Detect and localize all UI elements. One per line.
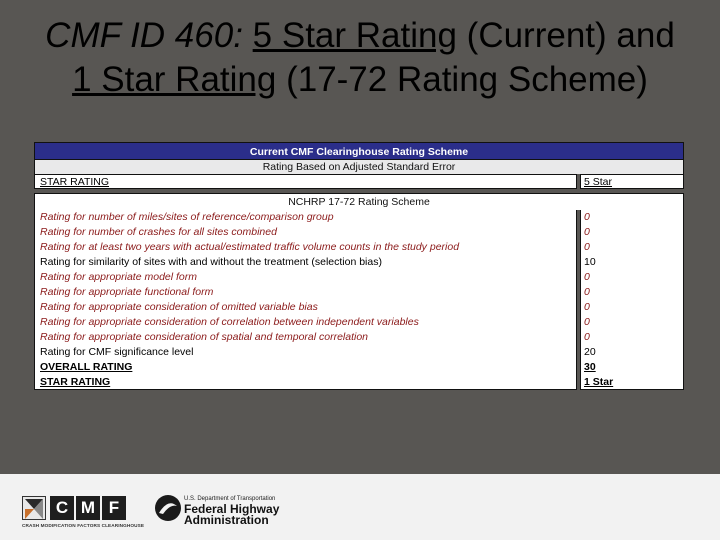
cmf-letter-c: C bbox=[50, 496, 74, 520]
nchrp-star-row-value: 1 Star bbox=[580, 375, 684, 390]
title-line-1: CMF ID 460: 5 Star Rating (Current) and bbox=[0, 14, 720, 58]
cmf-logo: C M F CRASH MODIFICATION FACTORS CLEARIN… bbox=[22, 496, 145, 532]
cmf-mark-icon bbox=[22, 496, 46, 520]
title-line-2: 1 Star Rating (17-72 Rating Scheme) bbox=[0, 58, 720, 102]
nchrp-row-value: 0 bbox=[580, 300, 684, 315]
nchrp-row-value: 0 bbox=[580, 315, 684, 330]
nchrp-star-row: STAR RATING 1 Star bbox=[34, 375, 684, 390]
current-star-label: STAR RATING bbox=[34, 174, 577, 189]
title-current-rating: 5 Star Rating bbox=[252, 16, 457, 55]
nchrp-row-value: 10 bbox=[580, 255, 684, 270]
overall-rating-row: OVERALL RATING 30 bbox=[34, 360, 684, 375]
nchrp-row-label: Rating for number of crashes for all sit… bbox=[34, 225, 577, 240]
nchrp-row-label: Rating for appropriate consideration of … bbox=[34, 315, 577, 330]
overall-rating-row-label: OVERALL RATING bbox=[34, 360, 577, 375]
title-id: CMF ID 460: bbox=[45, 16, 253, 55]
nchrp-row-label: Rating for appropriate consideration of … bbox=[34, 300, 577, 315]
nchrp-row-value: 20 bbox=[580, 345, 684, 360]
slide-title: CMF ID 460: 5 Star Rating (Current) and … bbox=[0, 14, 720, 102]
nchrp-row-value: 0 bbox=[580, 270, 684, 285]
nchrp-rows: Rating for number of miles/sites of refe… bbox=[34, 210, 684, 390]
cmf-letter-f: F bbox=[102, 496, 126, 520]
nchrp-row: Rating for similarity of sites with and … bbox=[34, 255, 684, 270]
dot-shield-icon bbox=[154, 494, 182, 522]
nchrp-row: Rating for appropriate model form 0 bbox=[34, 270, 684, 285]
fhwa-name: Federal Highway Administration bbox=[184, 503, 279, 527]
current-star-row: STAR RATING 5 Star bbox=[34, 174, 684, 189]
current-star-value: 5 Star bbox=[580, 174, 684, 189]
cmf-caption: CRASH MODIFICATION FACTORS CLEARINGHOUSE bbox=[22, 523, 145, 528]
nchrp-scheme-header: NCHRP 17-72 Rating Scheme bbox=[34, 193, 684, 210]
nchrp-row: Rating for number of crashes for all sit… bbox=[34, 225, 684, 240]
current-scheme-header: Current CMF Clearinghouse Rating Scheme bbox=[34, 142, 684, 160]
overall-rating-row-value: 30 bbox=[580, 360, 684, 375]
fhwa-name-line-2: Administration bbox=[184, 513, 269, 527]
nchrp-row-label: Rating for appropriate consideration of … bbox=[34, 330, 577, 345]
title-new-suffix: (17-72 Rating Scheme) bbox=[276, 60, 648, 99]
footer: C M F CRASH MODIFICATION FACTORS CLEARIN… bbox=[0, 474, 720, 540]
nchrp-row: Rating for at least two years with actua… bbox=[34, 240, 684, 255]
nchrp-row-value: 0 bbox=[580, 240, 684, 255]
nchrp-row-value: 0 bbox=[580, 285, 684, 300]
nchrp-row: Rating for appropriate consideration of … bbox=[34, 315, 684, 330]
nchrp-row-label: Rating for number of miles/sites of refe… bbox=[34, 210, 577, 225]
rating-table: Current CMF Clearinghouse Rating Scheme … bbox=[34, 142, 684, 390]
nchrp-row: Rating for appropriate consideration of … bbox=[34, 300, 684, 315]
fhwa-logo: U.S. Department of Transportation Federa… bbox=[154, 492, 294, 530]
nchrp-row-label: Rating for appropriate model form bbox=[34, 270, 577, 285]
nchrp-row-value: 0 bbox=[580, 330, 684, 345]
nchrp-row: Rating for appropriate consideration of … bbox=[34, 330, 684, 345]
nchrp-row: Rating for appropriate functional form 0 bbox=[34, 285, 684, 300]
nchrp-row-label: Rating for similarity of sites with and … bbox=[34, 255, 577, 270]
current-scheme-subheader: Rating Based on Adjusted Standard Error bbox=[34, 160, 684, 174]
nchrp-star-row-label: STAR RATING bbox=[34, 375, 577, 390]
nchrp-row: Rating for CMF significance level 20 bbox=[34, 345, 684, 360]
nchrp-row-label: Rating for at least two years with actua… bbox=[34, 240, 577, 255]
nchrp-row-value: 0 bbox=[580, 225, 684, 240]
cmf-letter-m: M bbox=[76, 496, 100, 520]
nchrp-row-label: Rating for appropriate functional form bbox=[34, 285, 577, 300]
nchrp-row-label: Rating for CMF significance level bbox=[34, 345, 577, 360]
title-new-rating: 1 Star Rating bbox=[72, 60, 277, 99]
nchrp-row-value: 0 bbox=[580, 210, 684, 225]
title-current-suffix: (Current) and bbox=[456, 16, 675, 55]
nchrp-row: Rating for number of miles/sites of refe… bbox=[34, 210, 684, 225]
